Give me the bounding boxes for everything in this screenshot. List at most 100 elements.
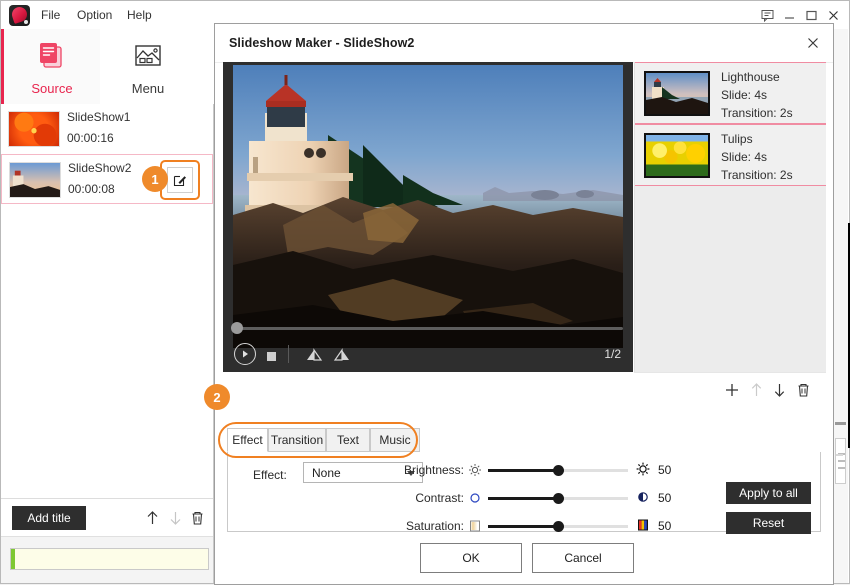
file-list: SlideShow1 00:00:16 SlideShow2 [1, 104, 213, 504]
color-pale-icon [468, 519, 482, 533]
apply-to-all-button[interactable]: Apply to all [726, 482, 811, 504]
circle-outline-icon [468, 491, 482, 505]
page-indicator: 1/2 [604, 347, 621, 361]
file-name: SlideShow1 [67, 110, 130, 124]
brightness-handle[interactable] [553, 465, 564, 476]
menu-item-option[interactable]: Option [77, 7, 112, 23]
seek-bar[interactable] [223, 320, 633, 336]
file-list-item[interactable]: SlideShow1 00:00:16 [1, 104, 213, 154]
cancel-button[interactable]: Cancel [532, 543, 634, 573]
file-duration: 00:00:16 [67, 131, 114, 145]
ribbon-tab-menu-label: Menu [100, 81, 196, 96]
contrast-label: Contrast: [415, 491, 464, 505]
add-title-button[interactable]: Add title [12, 506, 86, 530]
slide-list-item[interactable]: Lighthouse Slide: 4s Transition: 2s [635, 62, 826, 124]
slide-list-toolbar [634, 372, 826, 407]
video-preview: 1/2 [223, 62, 633, 372]
seek-handle[interactable] [231, 322, 243, 334]
file-thumbnail [9, 162, 61, 198]
edit-pencil-icon [173, 173, 187, 187]
slide-transition: Transition: 2s [721, 106, 793, 120]
ok-button[interactable]: OK [420, 543, 522, 573]
effect-label: Effect: [253, 468, 287, 482]
tab-strip-highlight-ring [218, 422, 418, 458]
documents-icon [35, 41, 69, 71]
picture-icon [131, 41, 165, 71]
slideshow-maker-dialog: Slideshow Maker - SlideShow2 [214, 23, 834, 585]
app-logo-icon [9, 5, 30, 26]
brightness-value: 50 [658, 463, 671, 477]
contrast-handle[interactable] [553, 493, 564, 504]
effect-select-value: None [312, 466, 341, 480]
slide-duration: Slide: 4s [721, 150, 767, 164]
ribbon-tab-source[interactable]: Source [4, 29, 100, 104]
preview-image [233, 65, 623, 348]
plus-icon[interactable] [723, 381, 741, 399]
menu-item-help[interactable]: Help [127, 7, 152, 23]
ribbon-tab-third-label: P [196, 81, 214, 96]
slide-list: Lighthouse Slide: 4s Transition: 2s Tuli… [634, 62, 826, 372]
play-button[interactable] [234, 343, 256, 365]
slide-transition: Transition: 2s [721, 168, 793, 182]
slide-title: Tulips [721, 132, 753, 146]
slide-thumbnail [644, 71, 710, 116]
progress-area [1, 536, 213, 583]
vertical-scrollbar[interactable] [832, 29, 848, 583]
divider [288, 345, 289, 363]
effect-tab-panel: Effect: None Brightness: 50 [227, 452, 821, 532]
source-file-panel: SlideShow1 00:00:16 SlideShow2 [1, 104, 214, 583]
feedback-icon[interactable] [757, 6, 777, 24]
edit-slideshow-button[interactable] [167, 167, 193, 193]
close-icon[interactable] [823, 6, 843, 24]
file-name: SlideShow2 [68, 161, 131, 175]
progress-bar [10, 548, 209, 570]
saturation-handle[interactable] [553, 521, 564, 532]
sun-large-icon [636, 462, 650, 476]
dialog-close-icon[interactable] [801, 32, 825, 54]
play-icon [240, 349, 250, 359]
file-duration: 00:00:08 [68, 182, 115, 196]
menu-item-file[interactable]: File [41, 7, 60, 23]
application-window: File Option Help [0, 0, 850, 584]
arrow-down-icon[interactable] [770, 381, 788, 399]
slide-thumbnail [644, 133, 710, 178]
arrow-down-icon[interactable] [165, 508, 185, 528]
saturation-value: 50 [658, 519, 671, 533]
ribbon-tabs: Source Menu P [1, 29, 214, 105]
player-controls: 1/2 [223, 336, 633, 372]
contrast-track[interactable] [488, 497, 628, 500]
brightness-label: Brightness: [404, 463, 464, 477]
rotate-left-icon[interactable] [305, 347, 323, 363]
file-list-item-selected[interactable]: SlideShow2 00:00:08 [1, 154, 213, 204]
maximize-icon[interactable] [801, 6, 821, 24]
trash-icon[interactable] [794, 381, 812, 399]
arrow-up-icon[interactable] [142, 508, 162, 528]
slide-list-item[interactable]: Tulips Slide: 4s Transition: 2s [635, 124, 826, 186]
ribbon-tab-source-label: Source [4, 81, 100, 96]
saturation-label: Saturation: [406, 519, 464, 533]
ribbon-tab-menu[interactable]: Menu [100, 29, 196, 104]
window-controls [757, 6, 843, 24]
brightness-track[interactable] [488, 469, 628, 472]
reset-button[interactable]: Reset [726, 512, 811, 534]
half-circle-icon [636, 490, 650, 504]
stop-button[interactable] [267, 352, 276, 361]
contrast-value: 50 [658, 491, 671, 505]
rotate-right-icon[interactable] [333, 347, 351, 363]
saturation-track[interactable] [488, 525, 628, 528]
file-thumbnail [8, 111, 60, 147]
dialog-title: Slideshow Maker - SlideShow2 [229, 36, 414, 50]
sun-small-icon [468, 463, 482, 477]
annotation-badge-1: 1 [142, 166, 168, 192]
slide-title: Lighthouse [721, 70, 780, 84]
arrow-up-icon[interactable] [747, 381, 765, 399]
slide-duration: Slide: 4s [721, 88, 767, 102]
dialog-titlebar: Slideshow Maker - SlideShow2 [215, 24, 833, 63]
left-panel-toolbar: Add title [1, 498, 213, 537]
color-vivid-icon [636, 518, 650, 532]
ribbon-tab-third[interactable]: P [196, 29, 214, 104]
scrollbar-thumb[interactable] [835, 438, 846, 484]
minimize-icon[interactable] [779, 6, 799, 24]
annotation-badge-2: 2 [204, 384, 230, 410]
trash-icon[interactable] [187, 508, 207, 528]
